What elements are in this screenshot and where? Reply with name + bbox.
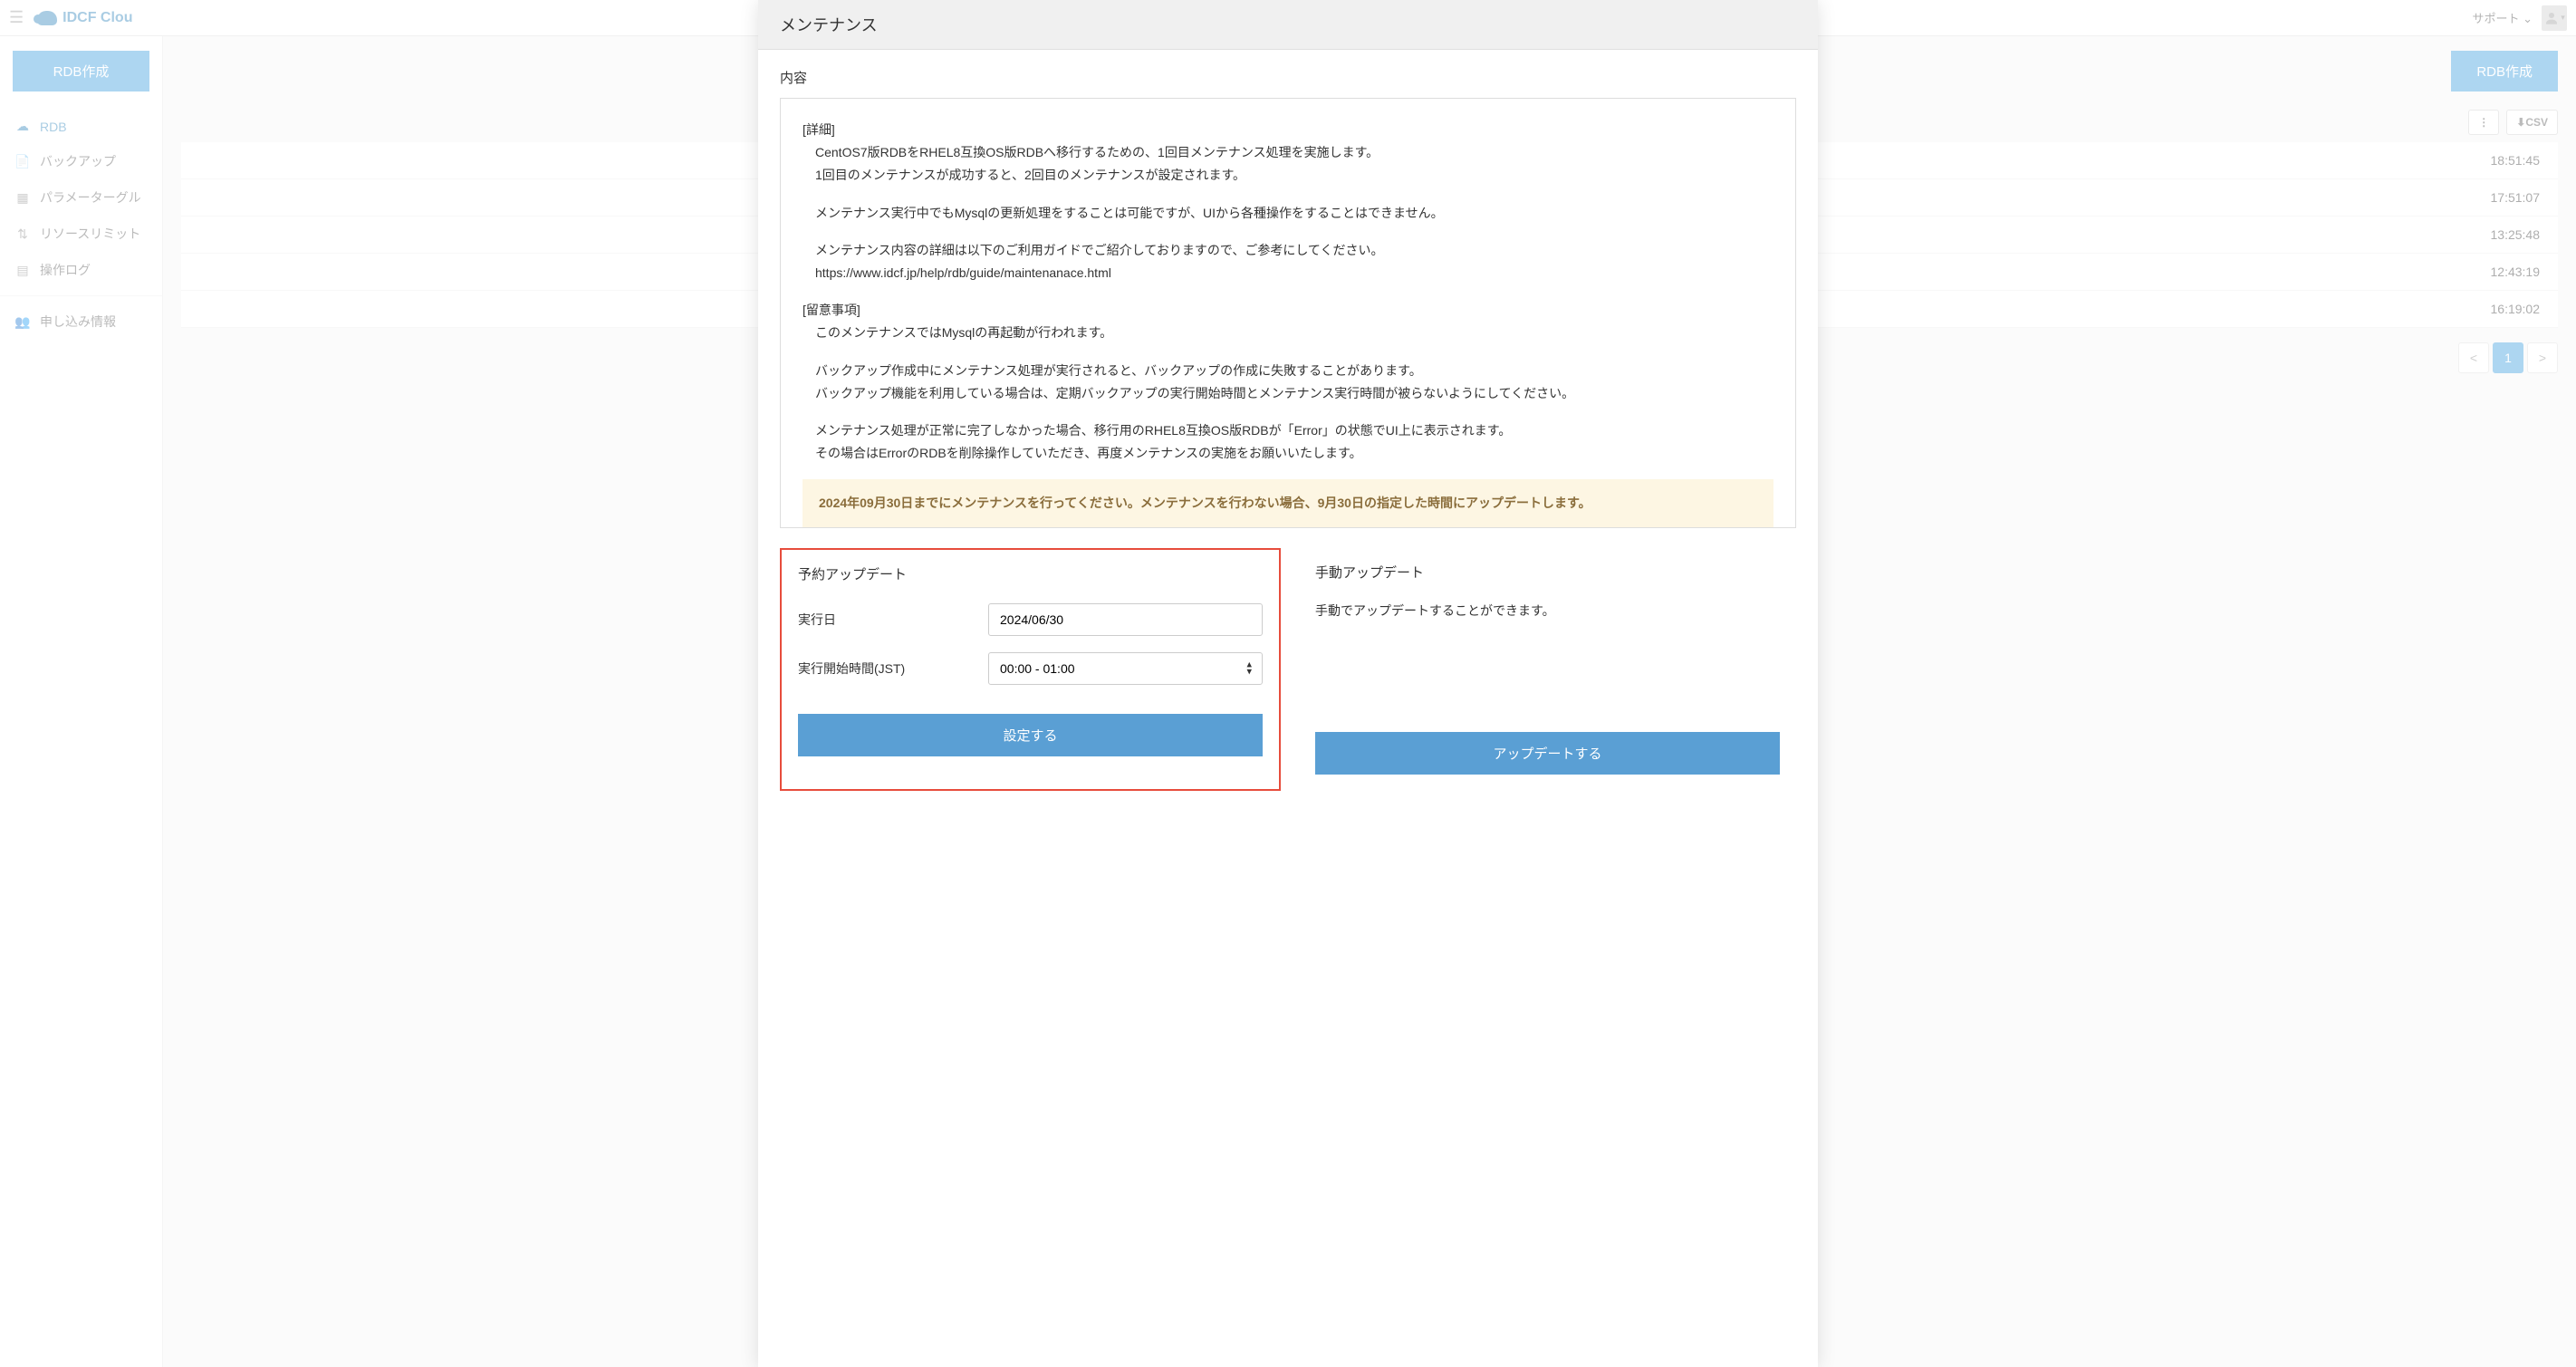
scheduled-panel-title: 予約アップデート <box>798 564 1263 583</box>
execution-date-label: 実行日 <box>798 611 988 629</box>
manual-panel-desc: 手動でアップデートすることができます。 <box>1315 602 1780 620</box>
maintenance-modal: メンテナンス 内容 [詳細] CentOS7版RDBをRHEL8互換OS版RDB… <box>758 0 1818 1367</box>
detail-text: 1回目のメンテナンスが成功すると、2回目のメンテナンスが設定されます。 <box>803 164 1773 187</box>
deadline-warning: 2024年09月30日までにメンテナンスを行ってください。メンテナンスを行わない… <box>803 479 1773 527</box>
detail-guide-url: https://www.idcf.jp/help/rdb/guide/maint… <box>803 262 1773 284</box>
note-text: このメンテナンスではMysqlの再起動が行われます。 <box>803 322 1773 344</box>
schedule-submit-button[interactable]: 設定する <box>798 714 1263 756</box>
manual-update-button[interactable]: アップデートする <box>1315 732 1780 775</box>
manual-update-panel: 手動アップデート 手動でアップデートすることができます。 アップデートする <box>1299 548 1796 791</box>
execution-time-label: 実行開始時間(JST) <box>798 659 988 678</box>
modal-title: メンテナンス <box>758 0 1818 50</box>
note-text: バックアップ作成中にメンテナンス処理が実行されると、バックアップの作成に失敗する… <box>803 360 1773 382</box>
modal-overlay: メンテナンス 内容 [詳細] CentOS7版RDBをRHEL8互換OS版RDB… <box>0 0 2576 1367</box>
note-header: [留意事項] <box>803 299 1773 322</box>
execution-time-select[interactable]: 00:00 - 01:00 <box>988 652 1263 685</box>
maintenance-content-box: [詳細] CentOS7版RDBをRHEL8互換OS版RDBへ移行するための、1… <box>780 98 1796 528</box>
detail-text: メンテナンス実行中でもMysqlの更新処理をすることは可能ですが、UIから各種操… <box>803 202 1773 225</box>
manual-panel-title: 手動アップデート <box>1315 563 1780 582</box>
scheduled-update-panel: 予約アップデート 実行日 実行開始時間(JST) 00:00 - 01:00 <box>780 548 1281 791</box>
content-section-label: 内容 <box>780 68 1796 87</box>
detail-header: [詳細] <box>803 119 1773 141</box>
execution-date-input[interactable] <box>988 603 1263 636</box>
note-text: メンテナンス処理が正常に完了しなかった場合、移行用のRHEL8互換OS版RDBが… <box>803 419 1773 442</box>
detail-text: CentOS7版RDBをRHEL8互換OS版RDBへ移行するための、1回目メンテ… <box>803 141 1773 164</box>
detail-text: メンテナンス内容の詳細は以下のご利用ガイドでご紹介しておりますので、ご参考にして… <box>803 239 1773 262</box>
note-text: その場合はErrorのRDBを削除操作していただき、再度メンテナンスの実施をお願… <box>803 442 1773 465</box>
note-text: バックアップ機能を利用している場合は、定期バックアップの実行開始時間とメンテナン… <box>803 382 1773 405</box>
